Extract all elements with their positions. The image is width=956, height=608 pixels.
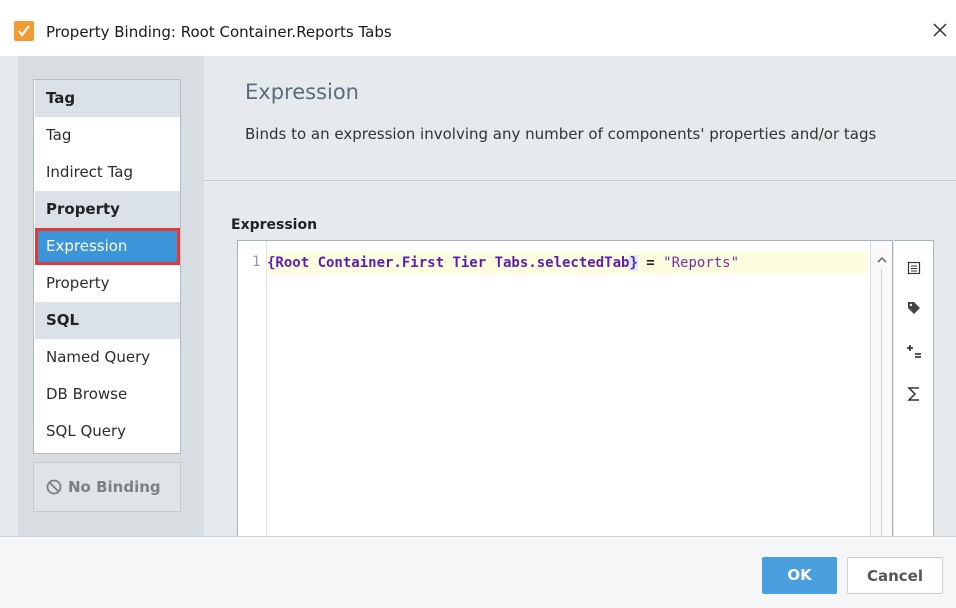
binding-description-header: Expression Binds to an expression involv… xyxy=(205,56,956,180)
dialog-footer: OK Cancel xyxy=(0,536,956,608)
section-header-sql: SQL xyxy=(35,302,180,339)
section-header-property: Property xyxy=(35,191,180,228)
no-entry-icon xyxy=(46,479,62,495)
gutter-divider xyxy=(266,241,267,537)
scrollbar-track xyxy=(881,269,882,537)
code-line[interactable]: {Root Container.First Tier Tabs.selected… xyxy=(267,252,867,274)
no-binding-label: No Binding xyxy=(68,478,161,496)
property-reference: {Root Container.First Tier Tabs.selected… xyxy=(267,255,630,271)
functions-sigma-icon[interactable] xyxy=(905,385,923,403)
header-divider xyxy=(205,180,956,181)
cancel-button[interactable]: Cancel xyxy=(847,557,943,594)
scroll-up-icon[interactable] xyxy=(876,253,888,265)
tag-icon[interactable] xyxy=(905,299,923,317)
binding-type-title: Expression xyxy=(245,80,359,104)
no-binding-button[interactable]: No Binding xyxy=(33,462,181,512)
title-bar: Property Binding: Root Container.Reports… xyxy=(0,0,956,56)
vertical-scrollbar[interactable] xyxy=(870,241,892,537)
close-icon[interactable] xyxy=(928,18,952,42)
window-title: Property Binding: Root Container.Reports… xyxy=(46,23,392,41)
string-literal: "Reports" xyxy=(663,255,740,271)
binding-type-list: Tag Tag Indirect Tag Property Expression… xyxy=(33,79,181,454)
sidebar-item-indirect-tag[interactable]: Indirect Tag xyxy=(35,154,180,191)
editor-toolbar xyxy=(894,240,934,538)
sidebar-item-expression[interactable]: Expression xyxy=(35,228,180,265)
line-number: 1 xyxy=(252,254,261,270)
property-binding-app-icon xyxy=(14,21,34,41)
sidebar-item-property[interactable]: Property xyxy=(35,265,180,302)
matched-brace: } xyxy=(629,255,638,271)
sidebar-item-sql-query[interactable]: SQL Query xyxy=(35,413,180,450)
binding-type-description: Binds to an expression involving any num… xyxy=(245,125,877,143)
sidebar-item-tag[interactable]: Tag xyxy=(35,117,180,154)
sidebar-item-db-browse[interactable]: DB Browse xyxy=(35,376,180,413)
operator: = xyxy=(637,255,664,271)
line-number-gutter xyxy=(238,241,266,537)
expression-editor[interactable]: 1 {Root Container.First Tier Tabs.select… xyxy=(237,240,893,538)
property-binding-dialog: Property Binding: Root Container.Reports… xyxy=(0,0,956,608)
expression-field-label: Expression xyxy=(231,217,318,233)
ok-button[interactable]: OK xyxy=(762,557,837,594)
operators-icon[interactable] xyxy=(905,343,923,361)
sidebar-item-named-query[interactable]: Named Query xyxy=(35,339,180,376)
section-header-tag: Tag xyxy=(35,80,180,117)
document-icon[interactable] xyxy=(905,259,923,277)
